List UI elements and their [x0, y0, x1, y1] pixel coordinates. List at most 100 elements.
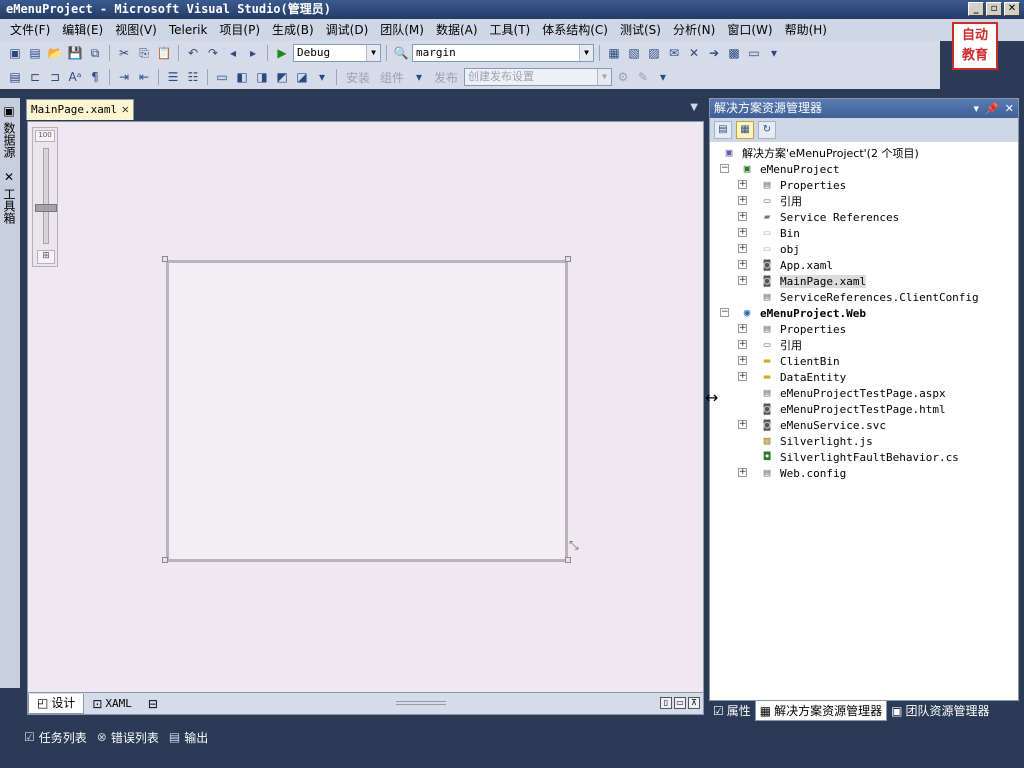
- start-debugging-icon[interactable]: ▶: [273, 44, 291, 62]
- tree-node[interactable]: + ▬ DataEntity: [718, 369, 1008, 385]
- tree-node[interactable]: ▤ eMenuProjectTestPage.aspx: [718, 385, 1008, 401]
- comment-icon[interactable]: ☰: [164, 68, 182, 86]
- tree-node[interactable]: ◘ SilverlightFaultBehavior.cs: [718, 449, 1008, 465]
- publish-settings-icon[interactable]: ✎: [634, 68, 652, 86]
- next-bookmark-icon[interactable]: ◨: [253, 68, 271, 86]
- bookmark-icon[interactable]: ▭: [213, 68, 231, 86]
- tree-node-project[interactable]: − ◉ eMenuProject.Web: [718, 305, 1008, 321]
- find-in-files-icon[interactable]: 🔍: [392, 44, 410, 62]
- install-button[interactable]: 安装: [346, 69, 370, 86]
- paste-icon[interactable]: 📋: [155, 44, 173, 62]
- font-size-icon[interactable]: Aᵃ: [66, 68, 84, 86]
- expand-icon[interactable]: +: [738, 468, 747, 477]
- menu-data[interactable]: 数据(A): [430, 19, 484, 41]
- tree-node[interactable]: + ▤ Properties: [718, 177, 1008, 193]
- splitter-grip[interactable]: [396, 701, 446, 705]
- save-all-icon[interactable]: ⧉: [86, 44, 104, 62]
- tab-error-list[interactable]: ⊗ 错误列表: [97, 729, 159, 746]
- expand-icon[interactable]: +: [738, 356, 747, 365]
- tree-node[interactable]: + ▤ Web.config: [718, 465, 1008, 481]
- undo-icon[interactable]: ↶: [184, 44, 202, 62]
- find-combo[interactable]: margin ▼: [412, 44, 594, 62]
- menu-architecture[interactable]: 体系结构(C): [536, 19, 614, 41]
- tree-node[interactable]: + ▭ 引用: [718, 337, 1008, 353]
- tab-output[interactable]: ▤ 输出: [169, 729, 208, 746]
- swap-panes-button[interactable]: ⊟: [140, 694, 166, 714]
- resize-handle[interactable]: [162, 256, 168, 262]
- menu-window[interactable]: 窗口(W): [721, 19, 778, 41]
- toolbox-tab[interactable]: ✕ 工具箱: [2, 170, 18, 224]
- menu-file[interactable]: 文件(F): [4, 19, 56, 41]
- cut-icon[interactable]: ✂: [115, 44, 133, 62]
- data-sources-tab[interactable]: ▣ 数据源: [2, 104, 18, 158]
- solution-configuration-combo[interactable]: Debug ▼: [293, 44, 381, 62]
- menu-analyze[interactable]: 分析(N): [667, 19, 721, 41]
- menu-debug[interactable]: 调试(D): [320, 19, 375, 41]
- menu-project[interactable]: 项目(P): [213, 19, 266, 41]
- refresh-icon[interactable]: ↻: [758, 121, 776, 139]
- publish-button[interactable]: 发布: [434, 69, 458, 86]
- navigate-back-icon[interactable]: ◂: [224, 44, 242, 62]
- close-icon[interactable]: ✕: [1005, 99, 1014, 118]
- expand-icon[interactable]: +: [738, 180, 747, 189]
- chevron-down-icon[interactable]: ▼: [579, 45, 593, 61]
- open-file-icon[interactable]: 📂: [46, 44, 64, 62]
- align-lefts-icon[interactable]: ⊏: [26, 68, 44, 86]
- command-window-icon[interactable]: ▩: [725, 44, 743, 62]
- zoom-track[interactable]: [43, 148, 49, 244]
- format-icon[interactable]: ¶: [86, 68, 104, 86]
- redo-icon[interactable]: ↷: [204, 44, 222, 62]
- tree-node[interactable]: + ◙ App.xaml: [718, 257, 1008, 273]
- tree-node[interactable]: ▤ ServiceReferences.ClientConfig: [718, 289, 1008, 305]
- tab-design[interactable]: ◰ 设计: [28, 693, 85, 714]
- expand-icon[interactable]: +: [738, 340, 747, 349]
- collapse-pane-icon[interactable]: ⊼: [688, 697, 700, 709]
- resize-handle[interactable]: [565, 557, 571, 563]
- tab-team-explorer[interactable]: ▣ 团队资源管理器: [887, 701, 993, 721]
- close-button[interactable]: ✕: [1004, 2, 1020, 16]
- resize-handle[interactable]: [565, 256, 571, 262]
- toolbar-overflow-icon[interactable]: ▾: [313, 68, 331, 86]
- tree-node[interactable]: ▧ Silverlight.js: [718, 433, 1008, 449]
- tree-node[interactable]: + ▬ ClientBin: [718, 353, 1008, 369]
- menu-view[interactable]: 视图(V): [109, 19, 163, 41]
- align-to-grid-icon[interactable]: ▤: [6, 68, 24, 86]
- collapse-icon[interactable]: −: [720, 164, 729, 173]
- menu-tools[interactable]: 工具(T): [484, 19, 537, 41]
- tab-xaml[interactable]: ⊡ XAML: [84, 694, 140, 714]
- pin-icon[interactable]: 📌: [985, 99, 999, 118]
- expand-icon[interactable]: +: [738, 212, 747, 221]
- tree-node[interactable]: + ▭ obj: [718, 241, 1008, 257]
- toolbar-overflow-icon[interactable]: ▾: [410, 68, 428, 86]
- chevron-down-icon[interactable]: ▼: [597, 69, 612, 85]
- tree-node-selected[interactable]: + ◙ MainPage.xaml: [718, 273, 1008, 289]
- zoom-fit-icon[interactable]: ⊞: [37, 250, 55, 264]
- menu-build[interactable]: 生成(B): [266, 19, 320, 41]
- tab-mainpage-xaml[interactable]: MainPage.xaml ✕: [26, 99, 134, 120]
- tab-solution-explorer[interactable]: ▦ 解决方案资源管理器: [754, 701, 888, 721]
- tree-node[interactable]: + ▭ Bin: [718, 225, 1008, 241]
- properties-icon[interactable]: ▧: [625, 44, 643, 62]
- new-project-icon[interactable]: ▣: [6, 44, 24, 62]
- menu-edit[interactable]: 编辑(E): [56, 19, 109, 41]
- expand-icon[interactable]: +: [738, 244, 747, 253]
- toolbox-icon[interactable]: ✉: [665, 44, 683, 62]
- decrease-indent-icon[interactable]: ⇤: [135, 68, 153, 86]
- panel-options-icon[interactable]: ▾: [974, 99, 980, 118]
- previous-bookmark-icon[interactable]: ◧: [233, 68, 251, 86]
- object-browser-icon[interactable]: ▨: [645, 44, 663, 62]
- save-icon[interactable]: 💾: [66, 44, 84, 62]
- resize-handle[interactable]: [162, 557, 168, 563]
- toolbar-overflow-icon[interactable]: ▾: [654, 68, 672, 86]
- maximize-button[interactable]: ▫: [986, 2, 1002, 16]
- auto-size-icon[interactable]: ⤡: [569, 538, 579, 553]
- show-all-files-icon[interactable]: ▦: [736, 121, 754, 139]
- menu-help[interactable]: 帮助(H): [779, 19, 833, 41]
- expand-icon[interactable]: +: [738, 372, 747, 381]
- extension-icon[interactable]: ➔: [705, 44, 723, 62]
- clear-bookmarks-icon[interactable]: ◩: [273, 68, 291, 86]
- horizontal-split-icon[interactable]: ▭: [674, 697, 686, 709]
- publish-web-icon[interactable]: ⚙: [614, 68, 632, 86]
- menu-telerik[interactable]: Telerik: [163, 19, 214, 41]
- expand-icon[interactable]: +: [738, 196, 747, 205]
